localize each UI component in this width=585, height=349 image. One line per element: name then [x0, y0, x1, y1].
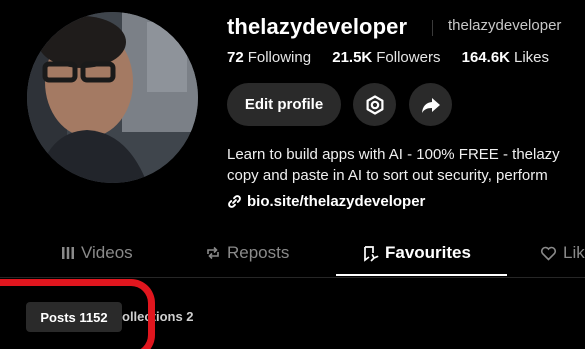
highlight-annotation: [0, 279, 155, 349]
tab-reposts-label: Reposts: [227, 243, 290, 262]
link-icon: [228, 195, 241, 208]
followers-count: 21.5K: [332, 49, 373, 66]
bookmark-icon: [364, 245, 379, 262]
tab-liked-label: Lik: [563, 243, 585, 262]
edit-profile-button[interactable]: Edit profile: [227, 83, 341, 126]
likes-count: 164.6K: [461, 49, 510, 66]
profile-username: thelazydeveloper: [227, 14, 408, 39]
profile-stats: 72 Following 21.5K Followers 164.6K Likes: [227, 49, 566, 66]
tab-videos-label: Videos: [81, 243, 133, 262]
likes-label: Likes: [514, 49, 550, 66]
profile-bio: Learn to build apps with AI - 100% FREE …: [227, 144, 585, 186]
profile-nickname: thelazydeveloper: [448, 17, 562, 34]
name-separator: [432, 20, 433, 36]
bio-link[interactable]: bio.site/thelazydeveloper: [227, 193, 425, 210]
tab-liked[interactable]: Lik: [540, 243, 585, 263]
avatar[interactable]: [27, 12, 198, 183]
active-tab-indicator: [336, 274, 507, 276]
tab-reposts[interactable]: Reposts: [205, 243, 289, 263]
profile-page: thelazydeveloper thelazydeveloper 72 Foll…: [0, 0, 585, 349]
following-count: 72: [227, 49, 244, 66]
grid-icon: [62, 247, 74, 259]
share-profile-button[interactable]: [409, 83, 452, 126]
bio-line-1: Learn to build apps with AI - 100% FREE …: [227, 146, 560, 163]
tab-favourites-label: Favourites: [385, 243, 471, 262]
heart-icon: [540, 246, 557, 261]
following-label: Following: [247, 49, 312, 66]
followers-stat[interactable]: 21.5K Followers: [332, 49, 440, 66]
avatar-photo: [27, 12, 198, 183]
repost-icon: [207, 246, 219, 260]
gear-icon: [365, 94, 383, 115]
tab-videos[interactable]: Videos: [61, 243, 133, 263]
bio-link-text: bio.site/thelazydeveloper: [247, 193, 426, 210]
tab-favourites[interactable]: Favourites: [362, 243, 471, 263]
likes-stat: 164.6K Likes: [462, 49, 549, 66]
bio-line-2: copy and paste in AI to sort out securit…: [227, 167, 548, 184]
settings-button[interactable]: [353, 83, 396, 126]
followers-label: Followers: [376, 49, 441, 66]
following-stat[interactable]: 72 Following: [227, 49, 311, 66]
share-arrow-icon: [421, 97, 440, 113]
profile-tabs: Videos Reposts Favourites Lik: [0, 232, 585, 278]
